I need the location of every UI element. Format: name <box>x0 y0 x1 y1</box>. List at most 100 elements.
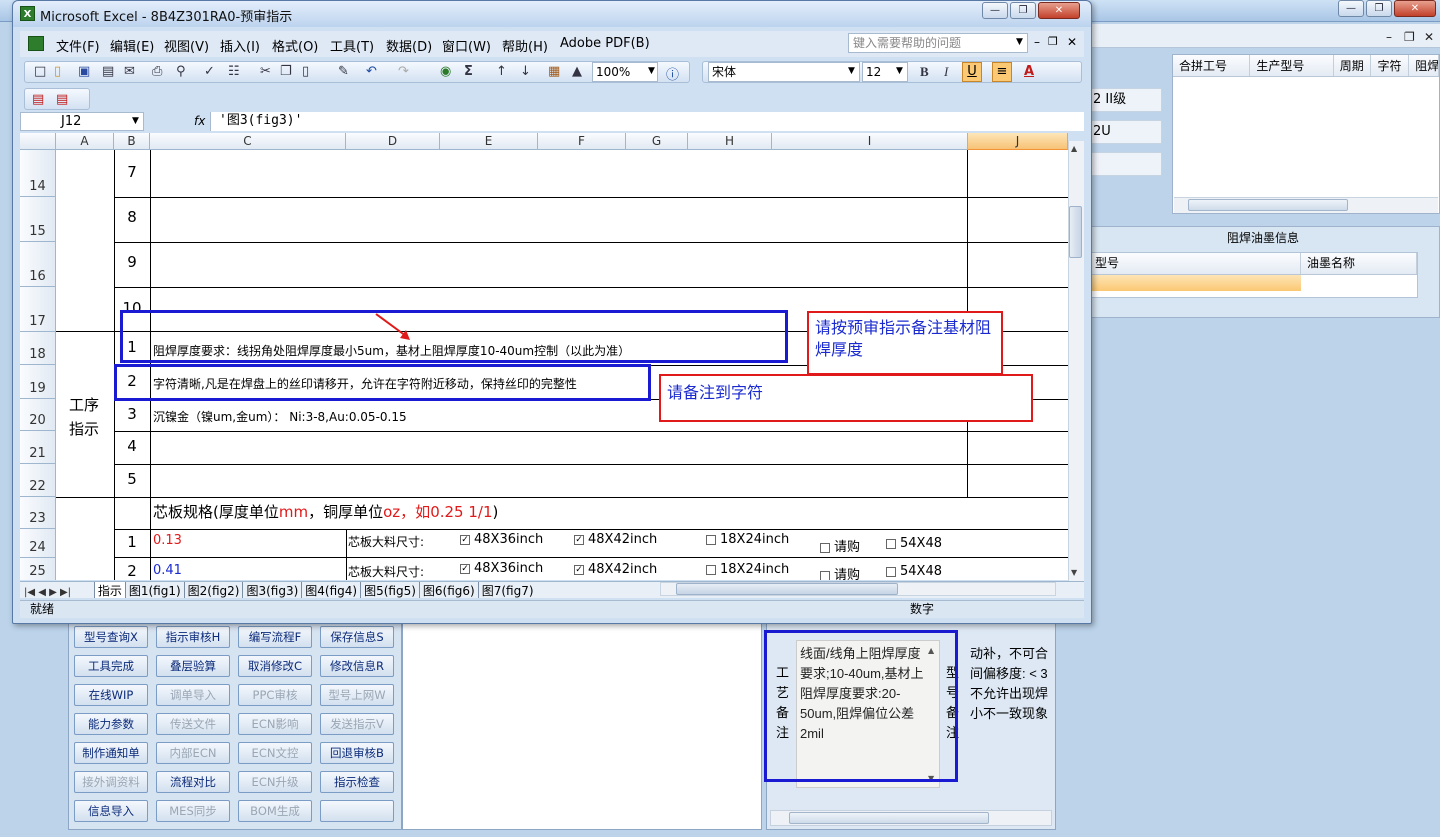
pdf-email-icon[interactable]: ▤ <box>56 92 68 107</box>
zoom-dropdown-icon[interactable]: ▼ <box>648 66 655 76</box>
vertical-scroll-thumb[interactable] <box>1069 206 1082 258</box>
size-dropdown-icon[interactable]: ▼ <box>896 66 903 76</box>
restore-icon[interactable]: ❐ <box>1366 0 1392 17</box>
bg-solder-ink-grid[interactable]: 型号 油墨名称 <box>1088 252 1418 298</box>
checkbox-checked-icon[interactable]: ✓ <box>574 534 584 545</box>
checkbox-icon[interactable] <box>886 538 896 549</box>
col-header[interactable]: 周期 <box>1334 55 1372 76</box>
column-header[interactable]: D <box>346 133 440 150</box>
sheet-tab-active[interactable]: 指示 <box>93 582 125 598</box>
option-purchase[interactable]: 请购 <box>820 536 860 555</box>
function-button[interactable]: 指示检查 <box>320 771 394 793</box>
row-header[interactable]: 21 <box>20 431 56 464</box>
workbook-icon[interactable] <box>28 36 44 51</box>
sheet-tab[interactable]: 图7(fig7) <box>477 582 537 598</box>
selected-row[interactable] <box>1089 275 1301 291</box>
row-header[interactable]: 17 <box>20 287 56 332</box>
permission-icon[interactable]: ▤ <box>102 64 114 79</box>
function-button[interactable] <box>320 800 394 822</box>
minimize-icon[interactable]: — <box>1338 0 1364 17</box>
research-icon[interactable]: ☷ <box>228 64 240 79</box>
col-header[interactable]: 字符 <box>1371 55 1410 76</box>
core-spec-heading[interactable]: 芯板规格(厚度单位mm，铜厚单位oz，如0.25 1/1) <box>153 501 498 522</box>
function-button[interactable]: ECN升级 <box>238 771 312 793</box>
option-54x48[interactable]: 54X48 <box>886 564 942 579</box>
option-54x48[interactable]: 54X48 <box>886 536 942 551</box>
option-48x36[interactable]: ✓ 48X36inch <box>460 561 543 576</box>
column-header-selected[interactable]: J <box>968 133 1068 150</box>
menu-item[interactable]: 格式(O) <box>272 36 318 55</box>
bg-mdi-restore-icon[interactable]: ❐ <box>1404 30 1415 44</box>
sort-ascending-icon[interactable]: ↑ <box>496 64 507 79</box>
align-left-icon[interactable]: ≡ <box>992 62 1012 82</box>
menu-item[interactable]: 工具(T) <box>330 36 374 55</box>
function-button[interactable]: 取消修改C <box>238 655 312 677</box>
minimize-icon[interactable]: — <box>982 2 1008 19</box>
fx-icon[interactable]: fx <box>194 114 205 128</box>
function-button[interactable]: 修改信息R <box>320 655 394 677</box>
bg-field-empty[interactable] <box>1088 152 1162 176</box>
bg-mdi-close-icon[interactable]: ✕ <box>1424 30 1434 44</box>
restore-icon[interactable]: ❐ <box>1010 2 1036 19</box>
checkbox-checked-icon[interactable]: ✓ <box>460 534 470 545</box>
font-dropdown-icon[interactable]: ▼ <box>848 66 855 76</box>
menu-item[interactable]: 帮助(H) <box>502 36 548 55</box>
col-header[interactable]: 型号 <box>1089 253 1301 274</box>
column-header[interactable]: H <box>688 133 772 150</box>
sort-descending-icon[interactable]: ↓ <box>520 64 531 79</box>
function-button[interactable]: 型号上网W <box>320 684 394 706</box>
scroll-up-icon[interactable]: ▲ <box>1071 144 1077 153</box>
function-button[interactable]: PPC审核 <box>238 684 312 706</box>
column-header[interactable]: C <box>150 133 346 150</box>
model-remark-text[interactable]: 动补，不可合 间偏移度: < 3 不允许出现焊 小不一致现象 <box>970 644 1054 784</box>
checkbox-icon[interactable] <box>886 566 896 577</box>
sheet-tab[interactable]: 图6(fig6) <box>418 582 478 598</box>
checkbox-icon[interactable] <box>820 570 830 580</box>
scroll-down-icon[interactable]: ▼ <box>1071 568 1077 577</box>
help-icon[interactable]: ⓘ <box>666 64 679 83</box>
function-button[interactable]: 传送文件 <box>156 713 230 735</box>
sheet-tab[interactable]: 图5(fig5) <box>360 582 419 598</box>
scroll-thumb[interactable] <box>789 812 989 824</box>
horizontal-scroll-thumb[interactable] <box>676 583 898 595</box>
font-color-icon[interactable]: A <box>1024 64 1034 79</box>
row-header[interactable]: 19 <box>20 365 56 399</box>
menu-item[interactable]: 编辑(E) <box>110 36 154 55</box>
help-dropdown-icon[interactable]: ▼ <box>1016 37 1023 47</box>
bg-field-level[interactable]: 2 II级 <box>1088 88 1162 112</box>
undo-icon[interactable]: ↶ <box>366 64 377 79</box>
redo-icon[interactable]: ↷ <box>398 64 409 79</box>
email-icon[interactable]: ✉ <box>124 64 135 79</box>
menu-item[interactable]: Adobe PDF(B) <box>560 36 650 51</box>
column-header[interactable]: I <box>772 133 968 150</box>
doc-close-icon[interactable]: ✕ <box>1067 35 1077 49</box>
option-48x42[interactable]: ✓ 48X42inch <box>574 562 657 577</box>
row-header[interactable]: 23 <box>20 497 56 529</box>
bg-merge-grid[interactable]: 合拼工号 生产型号 周期 字符 阻焊 <box>1172 54 1440 214</box>
function-button[interactable]: 调单导入 <box>156 684 230 706</box>
function-button[interactable]: 在线WIP <box>74 684 148 706</box>
hyperlink-icon[interactable]: ◉ <box>440 64 451 79</box>
save-icon[interactable]: ▣ <box>78 64 90 79</box>
menu-item[interactable]: 数据(D) <box>386 36 432 55</box>
option-18x24[interactable]: 18X24inch <box>706 562 789 577</box>
row-header[interactable]: 24 <box>20 529 56 558</box>
menu-item[interactable]: 文件(F) <box>56 36 100 55</box>
italic-icon[interactable]: I <box>944 64 948 80</box>
function-button[interactable]: 流程对比 <box>156 771 230 793</box>
sheet-tab[interactable]: 图4(fig4) <box>301 582 360 598</box>
option-purchase[interactable]: 请购 <box>820 564 860 580</box>
function-button[interactable]: 叠层验算 <box>156 655 230 677</box>
checkbox-checked-icon[interactable]: ✓ <box>460 563 470 574</box>
row-header[interactable]: 25 <box>20 558 56 580</box>
open-icon[interactable]: ▯ <box>54 64 61 79</box>
column-header[interactable]: E <box>440 133 538 150</box>
sheet-tab[interactable]: 图2(fig2) <box>183 582 243 598</box>
doc-minimize-icon[interactable]: – <box>1034 35 1040 49</box>
row-header[interactable]: 20 <box>20 399 56 431</box>
menu-item[interactable]: 视图(V) <box>164 36 209 55</box>
column-header[interactable]: B <box>114 133 150 150</box>
help-search-input[interactable]: 键入需要帮助的问题 <box>848 33 1028 53</box>
col-header[interactable]: 阻焊 <box>1409 55 1439 76</box>
drawing-icon[interactable]: ▲ <box>572 64 582 79</box>
